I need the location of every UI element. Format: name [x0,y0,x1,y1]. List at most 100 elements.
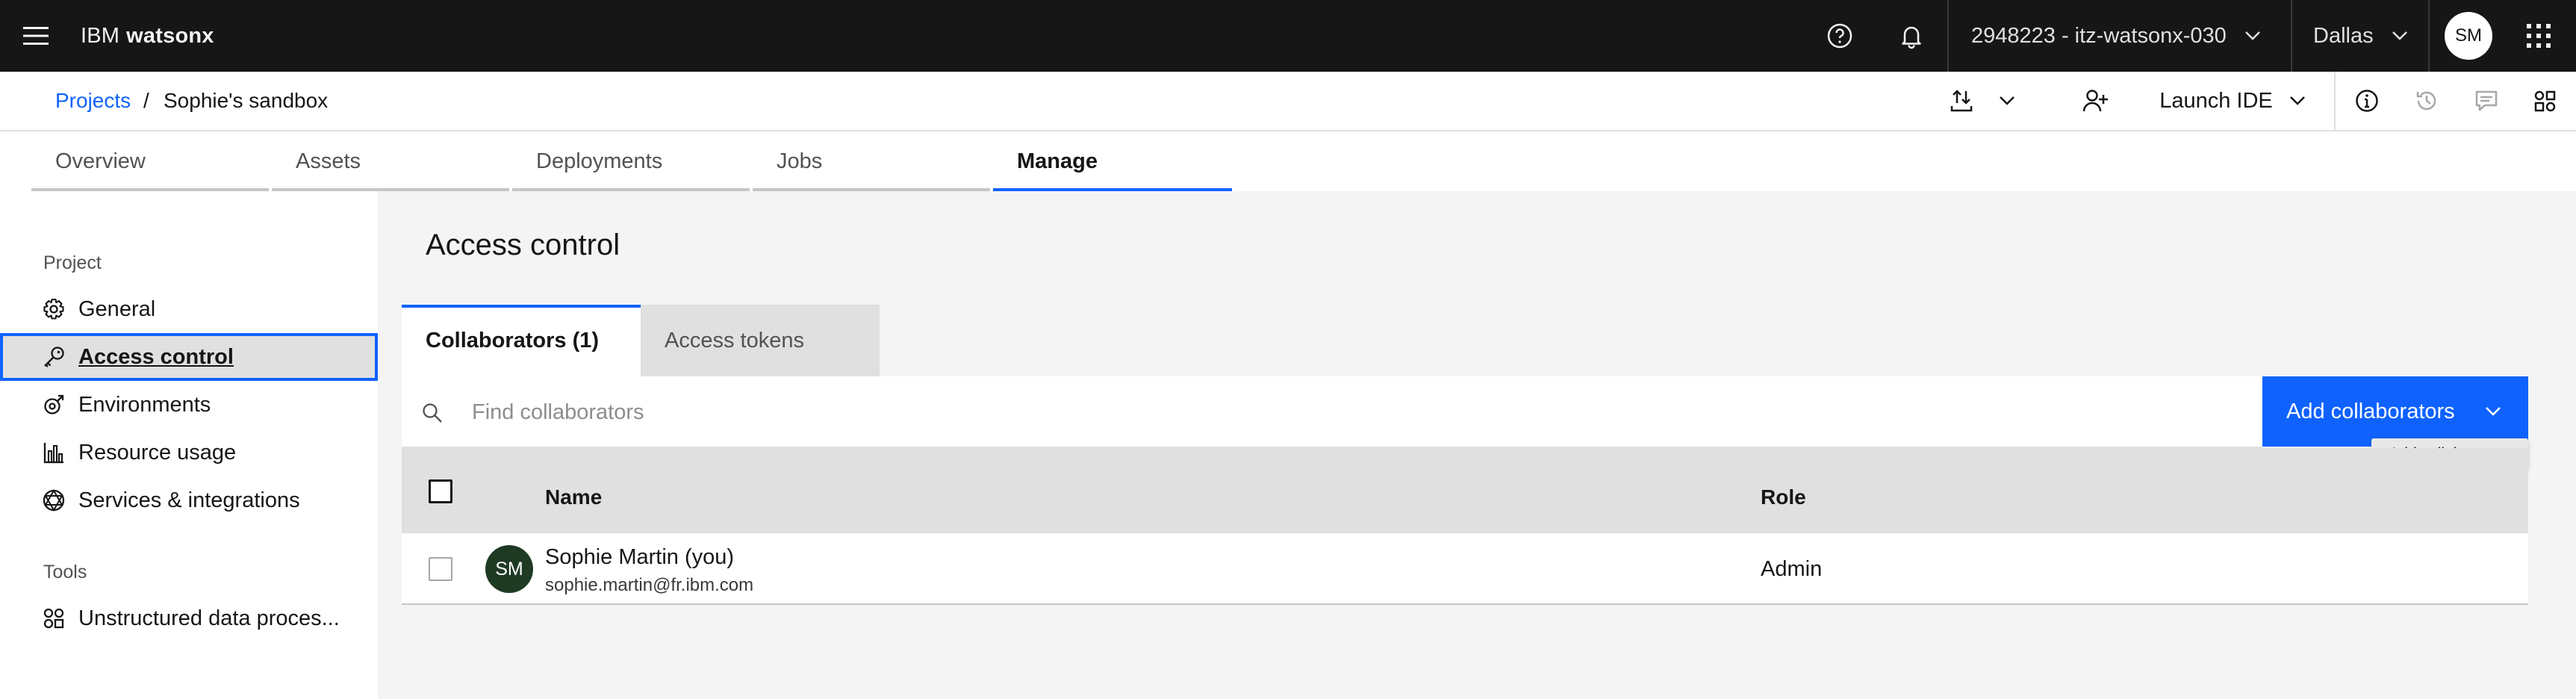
app-switcher-button[interactable] [2513,10,2564,61]
add-collaborator-toolbar-button[interactable] [2071,78,2119,124]
column-header-role[interactable]: Role [1761,485,1806,509]
sidebar-heading-project: Project [43,252,102,273]
tab-label: Deployments [536,149,663,173]
settings-icon [43,298,64,320]
breadcrumb-separator: / [143,89,149,112]
chart-bar-icon [43,443,63,464]
comments-button[interactable] [2463,78,2510,124]
tab-collaborators[interactable]: Collaborators (1) [402,305,641,376]
table-row: SM Sophie Martin (you) sophie.martin@fr.… [402,533,2528,605]
import-export-menu-button[interactable] [1988,78,2026,124]
add-user-icon [2082,90,2108,112]
apps-button[interactable] [2521,78,2569,124]
sidebar-item-label: Environments [78,393,211,417]
avatar-initials: SM [495,558,523,580]
sidebar-item-label: Services & integrations [78,488,300,512]
launch-ide-button[interactable]: Launch IDE [2153,78,2312,124]
column-header-name[interactable]: Name [545,485,602,509]
environment-icon [44,394,64,414]
tab-access-tokens[interactable]: Access tokens [641,305,880,376]
sidebar-item-services-integrations[interactable]: Services & integrations [0,476,378,524]
information-button[interactable] [2343,78,2391,124]
import-export-icon [1950,90,1973,112]
sidebar-item-unstructured-data-processing[interactable]: Unstructured data proces... [0,594,378,642]
sidebar-item-resource-usage[interactable]: Resource usage [0,429,378,476]
tab-label: Jobs [777,149,823,173]
brand-name: watsonx [126,23,214,48]
page-title: Access control [426,229,620,261]
information-icon [2356,90,2378,112]
toolbar-divider [2334,72,2336,130]
collaborator-email: sophie.martin@fr.ibm.com [545,575,754,595]
sidebar-heading-tools: Tools [43,562,87,582]
add-collaborators-button[interactable]: Add collaborators [2262,376,2528,447]
collaborator-name: Sophie Martin (you) [545,545,735,569]
chevron-down-icon [2244,31,2260,40]
chevron-down-icon [2289,96,2305,105]
header-divider [1947,0,1949,72]
integration-icon [43,489,65,512]
breadcrumb-root-label: Projects [55,89,131,112]
comment-icon [2475,90,2498,111]
menu-icon [23,27,49,45]
tab-label: Overview [55,149,146,173]
tab-overview[interactable]: Overview [31,131,269,191]
brand-prefix: IBM [81,23,120,48]
product-logo[interactable]: IBM watsonx [81,0,214,72]
header-divider [2428,0,2430,72]
chevron-down-icon [2392,31,2407,40]
project-toolbar: Projects / Sophie's sandbox Launch IDE [0,72,2576,131]
avatar-initials: SM [2455,25,2482,46]
collaborator-search [402,376,2262,448]
tab-jobs[interactable]: Jobs [753,131,990,191]
manage-sidebar: Project General Access control Environme… [0,191,378,699]
data-tools-icon [43,608,64,629]
history-icon [2416,91,2436,111]
row-checkbox[interactable] [429,557,452,581]
sidebar-item-label: General [78,297,156,321]
sidebar-item-label: Resource usage [78,441,237,465]
breadcrumb-projects-link[interactable]: Projects [55,72,131,130]
help-icon [1827,23,1852,49]
region-name: Dallas [2313,23,2374,48]
tab-deployments[interactable]: Deployments [512,131,750,191]
top-header: IBM watsonx 2948223 - itz-watsonx-030 Da… [0,0,2576,72]
sidebar-item-label: Unstructured data proces... [78,606,340,630]
notifications-button[interactable] [1886,10,1937,61]
sidebar-item-general[interactable]: General [0,285,378,333]
user-avatar[interactable]: SM [2445,12,2492,60]
select-all-checkbox[interactable] [429,479,452,503]
account-switcher[interactable]: 2948223 - itz-watsonx-030 [1971,0,2261,72]
subtab-label: Access tokens [665,329,804,352]
tab-assets[interactable]: Assets [272,131,509,191]
sidebar-item-label: Access control [78,345,234,369]
chevron-down-icon [2486,407,2501,416]
tab-manage[interactable]: Manage [993,131,1232,191]
app-switcher-icon [2527,24,2551,48]
help-button[interactable] [1814,10,1865,61]
header-divider [2291,0,2292,72]
apps-icon [2534,90,2556,112]
project-tabs: Overview Assets Deployments Jobs Manage [0,131,2576,191]
table-header: Name Role [402,448,2528,533]
history-button[interactable] [2403,78,2451,124]
breadcrumb-current: Sophie's sandbox [164,89,329,112]
notification-icon [1902,26,1921,49]
key-icon [44,347,64,367]
chevron-down-icon [2000,96,2015,105]
region-switcher[interactable]: Dallas [2313,0,2408,72]
account-name: 2948223 - itz-watsonx-030 [1971,23,2227,48]
menu-button[interactable] [10,10,61,61]
sidebar-item-environments[interactable]: Environments [0,381,378,429]
tab-label: Manage [1017,149,1098,173]
import-export-button[interactable] [1938,78,1985,124]
collaborator-role: Admin [1761,557,1823,581]
sidebar-item-access-control[interactable]: Access control [0,333,378,381]
collaborator-avatar: SM [485,545,533,593]
add-collaborators-label: Add collaborators [2286,399,2455,423]
subtab-label: Collaborators (1) [426,329,600,352]
tab-label: Assets [296,149,361,173]
launch-ide-label: Launch IDE [2159,88,2273,113]
search-input[interactable] [472,376,2249,448]
search-icon [423,403,442,423]
